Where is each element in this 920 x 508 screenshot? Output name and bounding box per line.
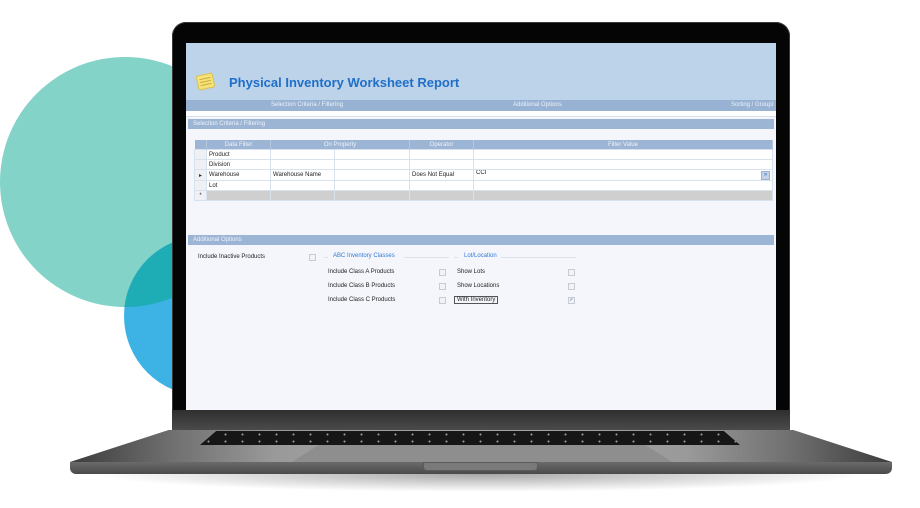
show-locations-checkbox[interactable]	[568, 283, 575, 290]
class-c-label: Include Class C Products	[328, 297, 396, 303]
row-selector-current[interactable]: ▸	[194, 169, 207, 181]
cell-data-filter[interactable]: Lot	[206, 180, 271, 191]
laptop-notch	[423, 462, 538, 471]
group-divider	[454, 257, 458, 258]
laptop-shadow	[90, 474, 870, 492]
laptop-hinge	[172, 410, 790, 430]
new-row[interactable]: *	[194, 190, 773, 201]
show-lots-checkbox[interactable]	[568, 269, 575, 276]
cell-data-filter[interactable]: Division	[206, 159, 271, 170]
additional-options-panel: Additional Options Include Inactive Prod…	[186, 235, 776, 304]
page-title: Physical Inventory Worksheet Report	[229, 75, 460, 90]
double-chevron-down-icon[interactable]: »	[761, 171, 770, 180]
table-row[interactable]: Product	[194, 149, 773, 160]
cell-operator[interactable]: Does Not Equal	[409, 169, 475, 181]
cell-extra[interactable]	[333, 180, 411, 191]
new-row-cell[interactable]	[270, 190, 335, 201]
table-row[interactable]: Lot	[194, 180, 773, 191]
class-b-checkbox[interactable]	[439, 283, 446, 290]
cell-operator[interactable]	[409, 180, 475, 191]
new-row-cell[interactable]	[206, 190, 271, 201]
tab-gap	[186, 111, 776, 117]
app-header: Physical Inventory Worksheet Report	[186, 43, 776, 100]
new-row-cell[interactable]	[333, 190, 411, 201]
cell-extra[interactable]	[333, 159, 411, 170]
show-locations-label: Show Locations	[457, 283, 500, 289]
column-header-data-filter[interactable]: Data Filter	[206, 140, 271, 150]
cell-extra[interactable]	[333, 169, 411, 181]
lot-location-group-title: Lot/Location	[464, 253, 497, 259]
cell-on-property[interactable]: Warehouse Name	[270, 169, 335, 181]
column-header-filter-value[interactable]: Filter Value	[473, 140, 773, 150]
app-screen: Physical Inventory Worksheet Report Sele…	[186, 43, 776, 410]
cell-operator[interactable]	[409, 159, 475, 170]
cell-on-property[interactable]	[270, 180, 335, 191]
class-c-checkbox[interactable]	[439, 297, 446, 304]
filter-value-text: CCI	[476, 170, 487, 177]
tab-sorting-grouping[interactable]: Sorting / Groupi	[731, 100, 773, 111]
cell-filter-value-dropdown[interactable]: CCI »	[473, 169, 773, 181]
include-inactive-checkbox[interactable]	[309, 254, 316, 261]
tab-bar: Selection Criteria / Filtering Additiona…	[186, 100, 776, 111]
tab-selection-criteria[interactable]: Selection Criteria / Filtering	[271, 100, 343, 111]
column-header-operator[interactable]: Operator	[409, 140, 475, 150]
table-row[interactable]: ▸ Warehouse Warehouse Name Does Not Equa…	[194, 169, 773, 181]
group-divider	[404, 257, 449, 258]
new-row-cell[interactable]	[409, 190, 475, 201]
tab-additional-options[interactable]: Additional Options	[513, 100, 562, 111]
class-a-label: Include Class A Products	[328, 269, 395, 275]
class-a-checkbox[interactable]	[439, 269, 446, 276]
cell-data-filter[interactable]: Warehouse	[206, 169, 271, 181]
group-divider	[324, 257, 328, 258]
section-header-selection: Selection Criteria / Filtering	[188, 119, 774, 129]
row-selector[interactable]	[194, 180, 207, 191]
cell-on-property[interactable]	[270, 149, 335, 160]
include-inactive-label: Include Inactive Products	[198, 254, 266, 260]
report-notepad-icon	[195, 72, 216, 91]
column-header-on-property[interactable]: On Property	[270, 140, 411, 150]
laptop-trackpad	[292, 445, 672, 462]
section-header-additional: Additional Options	[188, 235, 774, 245]
table-row[interactable]: Division	[194, 159, 773, 170]
cell-data-filter[interactable]: Product	[206, 149, 271, 160]
row-selector[interactable]	[194, 149, 207, 160]
class-b-label: Include Class B Products	[328, 283, 396, 289]
cell-filter-value[interactable]	[473, 159, 773, 170]
group-divider	[501, 257, 576, 258]
laptop-keyboard	[200, 431, 740, 445]
grid-corner	[194, 140, 207, 150]
cell-on-property[interactable]	[270, 159, 335, 170]
new-row-marker[interactable]: *	[194, 190, 207, 201]
cell-extra[interactable]	[333, 149, 411, 160]
with-inventory-label: With Inventory	[454, 296, 499, 304]
new-row-cell[interactable]	[473, 190, 773, 201]
cell-filter-value[interactable]	[473, 149, 773, 160]
with-inventory-checkbox[interactable]: ✓	[568, 297, 575, 304]
show-lots-label: Show Lots	[457, 269, 486, 275]
row-selector[interactable]	[194, 159, 207, 170]
cell-filter-value[interactable]	[473, 180, 773, 191]
cell-operator[interactable]	[409, 149, 475, 160]
abc-group-title: ABC Inventory Classes	[333, 253, 395, 259]
filter-grid: Data Filter On Property Operator Filter …	[194, 140, 773, 201]
